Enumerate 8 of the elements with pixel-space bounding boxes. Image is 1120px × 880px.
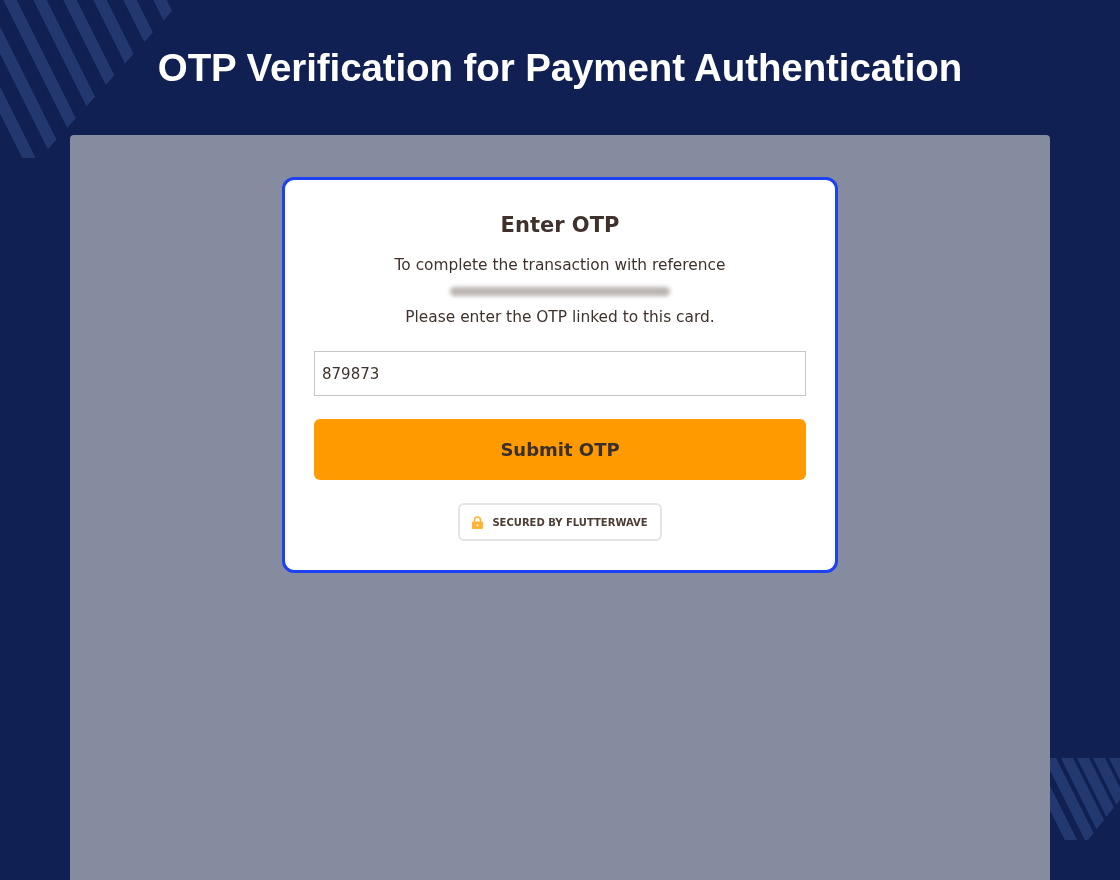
submit-otp-button[interactable]: Submit OTP	[314, 419, 806, 480]
instruction-text: To complete the transaction with reference	[394, 255, 726, 276]
page-title: OTP Verification for Payment Authentication	[157, 44, 963, 91]
otp-input-field[interactable]: 879873	[314, 351, 806, 396]
card-heading: Enter OTP	[500, 212, 620, 239]
prompt-text: Please enter the OTP linked to this card.	[405, 307, 715, 328]
lock-icon	[472, 515, 484, 529]
badge-text: SECURED BY FLUTTERWAVE	[492, 515, 648, 530]
